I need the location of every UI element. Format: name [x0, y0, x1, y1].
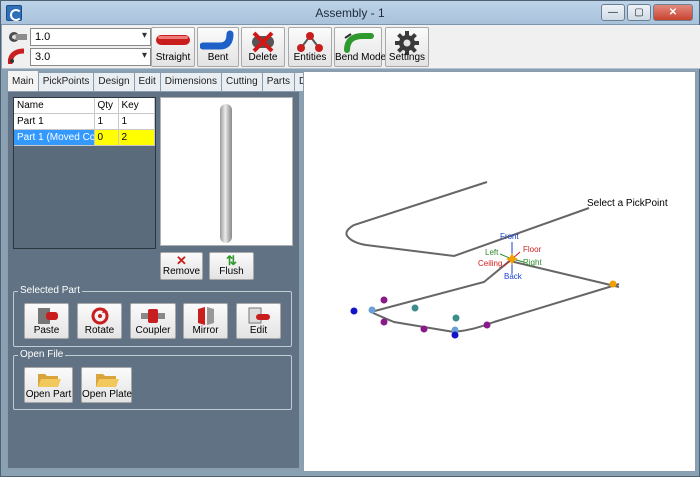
table-row[interactable]: Part 1 (Moved Co... 0 2	[14, 129, 155, 146]
pick-point[interactable]	[452, 314, 460, 322]
gizmo-left-label[interactable]: Left	[485, 248, 499, 257]
diameter-select[interactable]: 1.0 ▾	[30, 28, 151, 46]
minimize-button[interactable]: —	[601, 4, 625, 21]
tab-pickpoints[interactable]: PickPoints	[37, 72, 95, 91]
column-header-name[interactable]: Name	[14, 98, 95, 114]
left-panel: Main PickPoints Design Edit Dimensions C…	[7, 70, 335, 469]
straight-tube-preview	[220, 104, 232, 243]
pick-point[interactable]	[411, 304, 419, 312]
tab-main[interactable]: Main	[7, 70, 39, 91]
delete-button[interactable]: Delete	[241, 27, 285, 67]
tube-path-upper	[345, 181, 590, 258]
paste-button[interactable]: Paste	[24, 303, 69, 339]
open-file-group: Open File Open Part Open Plate	[13, 349, 292, 410]
straight-tube-icon	[156, 35, 190, 45]
pick-point[interactable]	[451, 331, 459, 339]
gizmo-floor-label[interactable]: Floor	[523, 245, 542, 254]
viewport-canvas[interactable]: Select a PickPoint Front Left Floor Ceil…	[304, 72, 697, 473]
edit-part-icon	[248, 307, 270, 324]
entities-button[interactable]: Entities	[288, 27, 332, 67]
pick-points[interactable]	[350, 280, 617, 339]
radius-select[interactable]: 3.0 ▾	[30, 48, 151, 66]
group-title: Selected Part	[18, 285, 83, 296]
edit-button[interactable]: Edit	[236, 303, 281, 339]
diameter-combo[interactable]: 1.0 ▾	[8, 28, 151, 46]
folder-icon	[37, 374, 61, 387]
bend-mode-icon	[344, 33, 374, 53]
rotate-button[interactable]: Rotate	[77, 303, 122, 339]
title-bar: Assembly - 1 — ▢ ✕	[1, 1, 699, 25]
tab-design[interactable]: Design	[93, 72, 135, 91]
orientation-gizmo[interactable]: Front Left Floor Ceiling Right Back	[478, 232, 542, 281]
main-tab-panel: Name Qty Key Part 1 1 1 Part 1 (Moved Co…	[7, 91, 300, 469]
bend-mode-button[interactable]: Bend Mode	[334, 27, 386, 67]
part-qty-cell[interactable]: 1	[94, 113, 119, 130]
bend-radius-icon	[8, 48, 25, 65]
toolbar: 1.0 ▾ 3.0 ▾ Straight Bent Delete Entitie…	[2, 25, 700, 69]
tube-diameter-icon	[9, 32, 27, 42]
tab-dimensions[interactable]: Dimensions	[159, 72, 222, 91]
maximize-button[interactable]: ▢	[627, 4, 651, 21]
gizmo-right-label[interactable]: Right	[523, 258, 542, 267]
rotate-icon	[91, 307, 108, 325]
straight-button[interactable]: Straight	[151, 27, 195, 67]
tab-edit[interactable]: Edit	[133, 72, 161, 91]
radius-value: 3.0	[35, 51, 51, 63]
selected-part-group: Selected Part Paste Rotate Coupler Mirro…	[13, 285, 292, 347]
part-key-cell[interactable]: 2	[118, 129, 155, 146]
3d-viewport[interactable]: Select a PickPoint Front Left Floor Ceil…	[303, 71, 696, 472]
column-header-qty[interactable]: Qty	[94, 98, 119, 114]
tab-parts[interactable]: Parts	[261, 72, 296, 91]
remove-button[interactable]: ✕ Remove	[160, 252, 203, 280]
tube-path-lower-curve	[370, 283, 620, 334]
pick-point[interactable]	[350, 307, 358, 315]
gizmo-back-label[interactable]: Back	[504, 272, 523, 281]
entities-icon	[297, 32, 323, 52]
part-key-cell[interactable]: 1	[118, 113, 155, 130]
pick-point[interactable]	[609, 280, 617, 288]
parts-table[interactable]: Name Qty Key Part 1 1 1 Part 1 (Moved Co…	[13, 97, 156, 249]
close-button[interactable]: ✕	[653, 4, 693, 21]
viewport-prompt: Select a PickPoint	[587, 198, 668, 209]
pick-point[interactable]	[368, 306, 376, 314]
open-part-button[interactable]: Open Part	[24, 367, 73, 403]
folder-icon	[95, 374, 119, 387]
mirror-icon	[197, 307, 214, 325]
tab-cutting[interactable]: Cutting	[221, 72, 263, 91]
pick-point[interactable]	[483, 321, 491, 329]
part-name-cell[interactable]: Part 1 (Moved Co...	[14, 129, 95, 146]
tab-strip: Main PickPoints Design Edit Dimensions C…	[7, 70, 335, 92]
chevron-down-icon: ▾	[141, 50, 147, 61]
table-row[interactable]: Part 1 1 1	[14, 113, 155, 130]
group-title: Open File	[18, 349, 66, 360]
flush-button[interactable]: ⇅ Flush	[209, 252, 254, 280]
part-preview	[160, 97, 293, 246]
mirror-button[interactable]: Mirror	[183, 303, 228, 339]
window-title: Assembly - 1	[315, 6, 385, 20]
settings-button[interactable]: Settings	[385, 27, 429, 67]
part-qty-cell[interactable]: 0	[94, 129, 119, 146]
gizmo-ceiling-label[interactable]: Ceiling	[478, 259, 502, 268]
paste-icon	[37, 308, 58, 324]
gizmo-front-label[interactable]: Front	[500, 232, 519, 241]
pick-point[interactable]	[380, 318, 388, 326]
bent-button[interactable]: Bent	[197, 27, 239, 67]
bent-tube-icon	[200, 30, 234, 50]
coupler-icon	[141, 309, 165, 323]
delete-icon	[252, 31, 274, 53]
diameter-value: 1.0	[35, 31, 51, 43]
open-plate-button[interactable]: Open Plate	[81, 367, 132, 403]
pick-point[interactable]	[380, 296, 388, 304]
radius-combo[interactable]: 3.0 ▾	[8, 48, 151, 66]
app-window: Assembly - 1 — ▢ ✕ 1.0 ▾ 3.0 ▾ Straight …	[0, 0, 700, 477]
chevron-down-icon: ▾	[141, 30, 147, 41]
coupler-button[interactable]: Coupler	[130, 303, 176, 339]
table-header-row: Name Qty Key	[14, 98, 155, 114]
column-header-key[interactable]: Key	[118, 98, 155, 114]
pick-point[interactable]	[420, 325, 428, 333]
part-name-cell[interactable]: Part 1	[14, 113, 95, 130]
